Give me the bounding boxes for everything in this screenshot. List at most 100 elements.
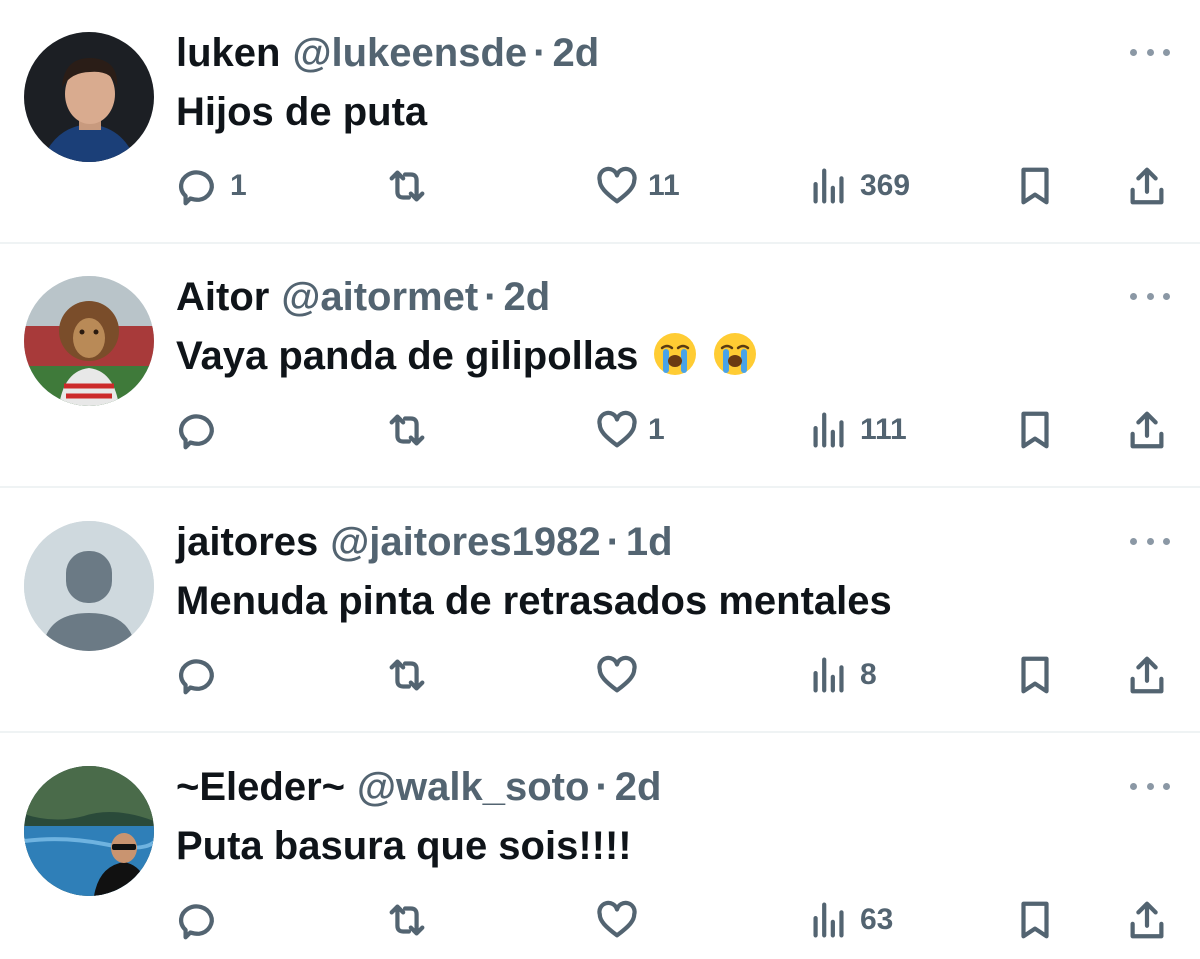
timestamp[interactable]: 2d — [552, 28, 599, 78]
like-button[interactable]: 1 — [594, 402, 665, 458]
share-button[interactable] — [1124, 647, 1170, 703]
action-bar: 63 — [0, 892, 1200, 948]
tweet[interactable]: luken @lukeensde · 2d Hijos de puta 1 11… — [0, 0, 1200, 244]
tweet[interactable]: ~Eleder~ @walk_soto · 2d Puta basura que… — [0, 734, 1200, 959]
retweet-button[interactable] — [384, 402, 438, 458]
more-options-button[interactable] — [1130, 533, 1170, 549]
views-icon — [813, 168, 844, 204]
user-handle[interactable]: @aitormet — [281, 272, 478, 322]
more-options-button[interactable] — [1130, 778, 1170, 794]
view-count: 111 — [860, 413, 907, 446]
views-icon — [813, 657, 844, 693]
reply-count: 1 — [230, 169, 247, 202]
more-icon — [1130, 48, 1137, 56]
bookmark-icon — [1021, 411, 1049, 449]
timestamp[interactable]: 2d — [503, 272, 550, 322]
reply-icon — [178, 904, 214, 940]
share-button[interactable] — [1124, 158, 1170, 214]
views-button[interactable]: 63 — [806, 892, 893, 948]
loudly-crying-face-icon — [654, 333, 697, 375]
bookmark-icon — [1021, 901, 1049, 939]
display-name[interactable]: Aitor — [176, 272, 269, 322]
tweet-text: Vaya panda de gilipollas — [176, 330, 758, 382]
tweet-header: ~Eleder~ @walk_soto · 2d — [176, 762, 661, 812]
avatar[interactable] — [24, 32, 154, 162]
action-bar: 1 11 369 — [0, 158, 1200, 214]
action-bar: 8 — [0, 647, 1200, 703]
tweet-text-content: Menuda pinta de retrasados mentales — [176, 579, 892, 623]
views-button[interactable]: 369 — [806, 158, 910, 214]
view-count: 63 — [860, 903, 894, 936]
share-icon — [1130, 411, 1164, 449]
avatar[interactable] — [24, 276, 154, 406]
views-button[interactable]: 8 — [806, 647, 877, 703]
retweet-icon — [389, 170, 425, 202]
display-name[interactable]: luken — [176, 28, 280, 78]
avatar[interactable] — [24, 521, 154, 651]
views-button[interactable]: 111 — [806, 402, 907, 458]
like-count: 1 — [648, 413, 665, 446]
retweet-button[interactable] — [384, 158, 438, 214]
like-button[interactable] — [594, 892, 648, 948]
tweet[interactable]: jaitores @jaitores1982 · 1d Menuda pinta… — [0, 489, 1200, 733]
timestamp[interactable]: 1d — [626, 517, 673, 567]
tweet-text: Puta basura que sois!!!! — [176, 820, 632, 872]
views-icon — [813, 902, 844, 938]
bookmark-icon — [1021, 656, 1049, 694]
reply-button[interactable] — [176, 647, 230, 703]
bookmark-button[interactable] — [1012, 892, 1058, 948]
heart-icon — [597, 655, 637, 693]
tweet-text-content: Puta basura que sois!!!! — [176, 824, 632, 868]
user-handle[interactable]: @walk_soto — [357, 762, 589, 812]
bookmark-button[interactable] — [1012, 647, 1058, 703]
views-icon — [813, 412, 844, 448]
display-name[interactable]: jaitores — [176, 517, 318, 567]
separator: · — [533, 31, 547, 75]
view-count: 8 — [860, 658, 877, 691]
user-handle[interactable]: @lukeensde — [292, 28, 527, 78]
loudly-crying-face-icon — [714, 333, 757, 375]
share-icon — [1130, 167, 1164, 205]
bookmark-button[interactable] — [1012, 158, 1058, 214]
timestamp[interactable]: 2d — [615, 762, 662, 812]
tweet-text: Hijos de puta — [176, 86, 427, 138]
share-icon — [1130, 656, 1164, 694]
heart-icon — [597, 166, 637, 204]
tweet-text-content: Vaya panda de gilipollas — [176, 334, 639, 378]
more-options-button[interactable] — [1130, 44, 1170, 60]
retweet-icon — [389, 904, 425, 936]
retweet-button[interactable] — [384, 892, 438, 948]
tweet[interactable]: Aitor @aitormet · 2d Vaya panda de gilip… — [0, 244, 1200, 488]
reply-button[interactable] — [176, 402, 230, 458]
tweet-text-content: Hijos de puta — [176, 90, 428, 134]
like-button[interactable] — [594, 647, 648, 703]
share-button[interactable] — [1124, 402, 1170, 458]
avatar[interactable] — [24, 766, 154, 896]
retweet-icon — [389, 659, 425, 691]
avatar-photo-1 — [24, 32, 154, 162]
separator: · — [595, 765, 609, 809]
separator: · — [606, 520, 620, 564]
reply-icon — [178, 414, 214, 450]
like-button[interactable]: 11 — [594, 158, 680, 214]
default-avatar-icon — [24, 521, 154, 651]
user-handle[interactable]: @jaitores1982 — [330, 517, 600, 567]
share-button[interactable] — [1124, 892, 1170, 948]
reply-icon — [178, 170, 214, 206]
avatar-photo-4 — [24, 766, 154, 896]
separator: · — [484, 275, 498, 319]
retweet-icon — [389, 414, 425, 446]
action-bar: 1 111 — [0, 402, 1200, 458]
retweet-button[interactable] — [384, 647, 438, 703]
share-icon — [1130, 901, 1164, 939]
tweet-header: jaitores @jaitores1982 · 1d — [176, 517, 673, 567]
avatar-photo-2 — [24, 276, 154, 406]
reply-feed: luken @lukeensde · 2d Hijos de puta 1 11… — [0, 0, 1200, 959]
bookmark-button[interactable] — [1012, 402, 1058, 458]
reply-icon — [178, 659, 214, 695]
like-count: 11 — [648, 169, 680, 202]
more-options-button[interactable] — [1130, 288, 1170, 304]
display-name[interactable]: ~Eleder~ — [176, 762, 345, 812]
reply-button[interactable]: 1 — [176, 158, 247, 214]
reply-button[interactable] — [176, 892, 230, 948]
